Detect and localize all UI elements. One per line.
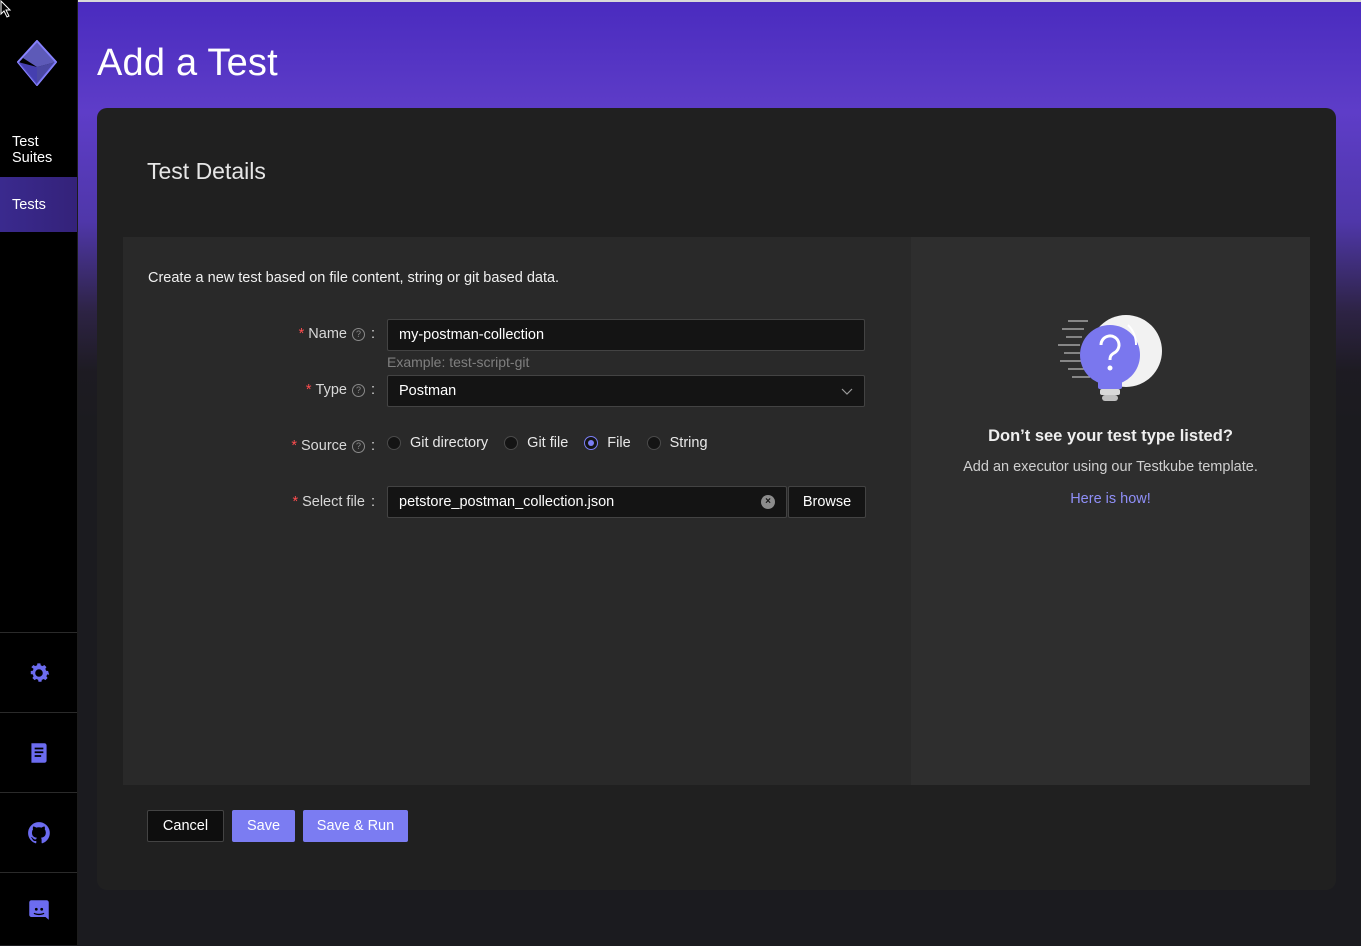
- cancel-button[interactable]: Cancel: [147, 810, 224, 842]
- sidebar-item-label: Tests: [12, 196, 46, 213]
- chevron-down-icon: [841, 388, 853, 395]
- github-icon: [27, 822, 50, 844]
- required-marker: *: [291, 438, 298, 454]
- help-icon[interactable]: ?: [351, 383, 365, 397]
- form-intro-text: Create a new test based on file content,…: [148, 270, 560, 286]
- required-marker: *: [292, 494, 299, 510]
- clear-icon[interactable]: ×: [761, 495, 775, 509]
- browse-button[interactable]: Browse: [788, 486, 866, 518]
- lightbulb-question-icon: [1058, 315, 1162, 401]
- name-hint: Example: test-script-git: [387, 354, 530, 370]
- settings-icon: [30, 663, 49, 682]
- documentation-button[interactable]: [0, 712, 77, 793]
- source-label: * Source ? :: [291, 438, 375, 454]
- save-button[interactable]: Save: [232, 810, 295, 842]
- type-select[interactable]: Postman: [387, 375, 865, 407]
- radio-git-directory[interactable]: Git directory: [387, 435, 488, 451]
- settings-button[interactable]: [0, 632, 77, 713]
- sidebar: Test Suites Tests: [0, 0, 78, 945]
- help-text: Add an executor using our Testkube templ…: [963, 459, 1258, 475]
- documentation-icon: [30, 743, 47, 763]
- github-button[interactable]: [0, 792, 77, 873]
- sidebar-item-test-suites[interactable]: Test Suites: [0, 134, 77, 166]
- type-label: * Type ? :: [305, 382, 375, 398]
- help-title: Don’t see your test type listed?: [988, 427, 1233, 445]
- source-radio-group: Git directory Git file File String: [387, 435, 724, 451]
- required-marker: *: [305, 382, 312, 398]
- here-is-how-link[interactable]: Here is how!: [911, 491, 1310, 507]
- radio-button-selected[interactable]: [584, 436, 599, 450]
- radio-git-file[interactable]: Git file: [504, 435, 568, 451]
- radio-button[interactable]: [504, 436, 519, 450]
- testkube-logo[interactable]: [17, 40, 57, 86]
- radio-string[interactable]: String: [646, 435, 708, 451]
- radio-button[interactable]: [646, 436, 661, 450]
- radio-button[interactable]: [387, 436, 401, 450]
- help-panel: Don’t see your test type listed? Add an …: [911, 237, 1310, 785]
- test-details-card: Test Details Create a new test based on …: [97, 108, 1336, 890]
- select-file-input[interactable]: petstore_postman_collection.json ×: [387, 486, 787, 518]
- name-label: * Name ? :: [298, 326, 375, 342]
- mouse-cursor-icon: [0, 0, 12, 18]
- test-form: Create a new test based on file content,…: [123, 237, 911, 785]
- sidebar-item-tests[interactable]: Tests: [0, 177, 77, 232]
- help-icon[interactable]: ?: [351, 327, 365, 341]
- save-and-run-button[interactable]: Save & Run: [303, 810, 408, 842]
- card-title: Test Details: [147, 158, 266, 184]
- name-input[interactable]: my-postman-collection: [387, 319, 865, 351]
- help-icon[interactable]: ?: [351, 439, 365, 453]
- discord-button[interactable]: [0, 872, 77, 946]
- discord-icon: [28, 899, 49, 920]
- page-title: Add a Test: [97, 42, 278, 84]
- select-file-label: * Select file :: [292, 494, 375, 510]
- radio-file[interactable]: File: [584, 435, 631, 451]
- required-marker: *: [298, 326, 305, 342]
